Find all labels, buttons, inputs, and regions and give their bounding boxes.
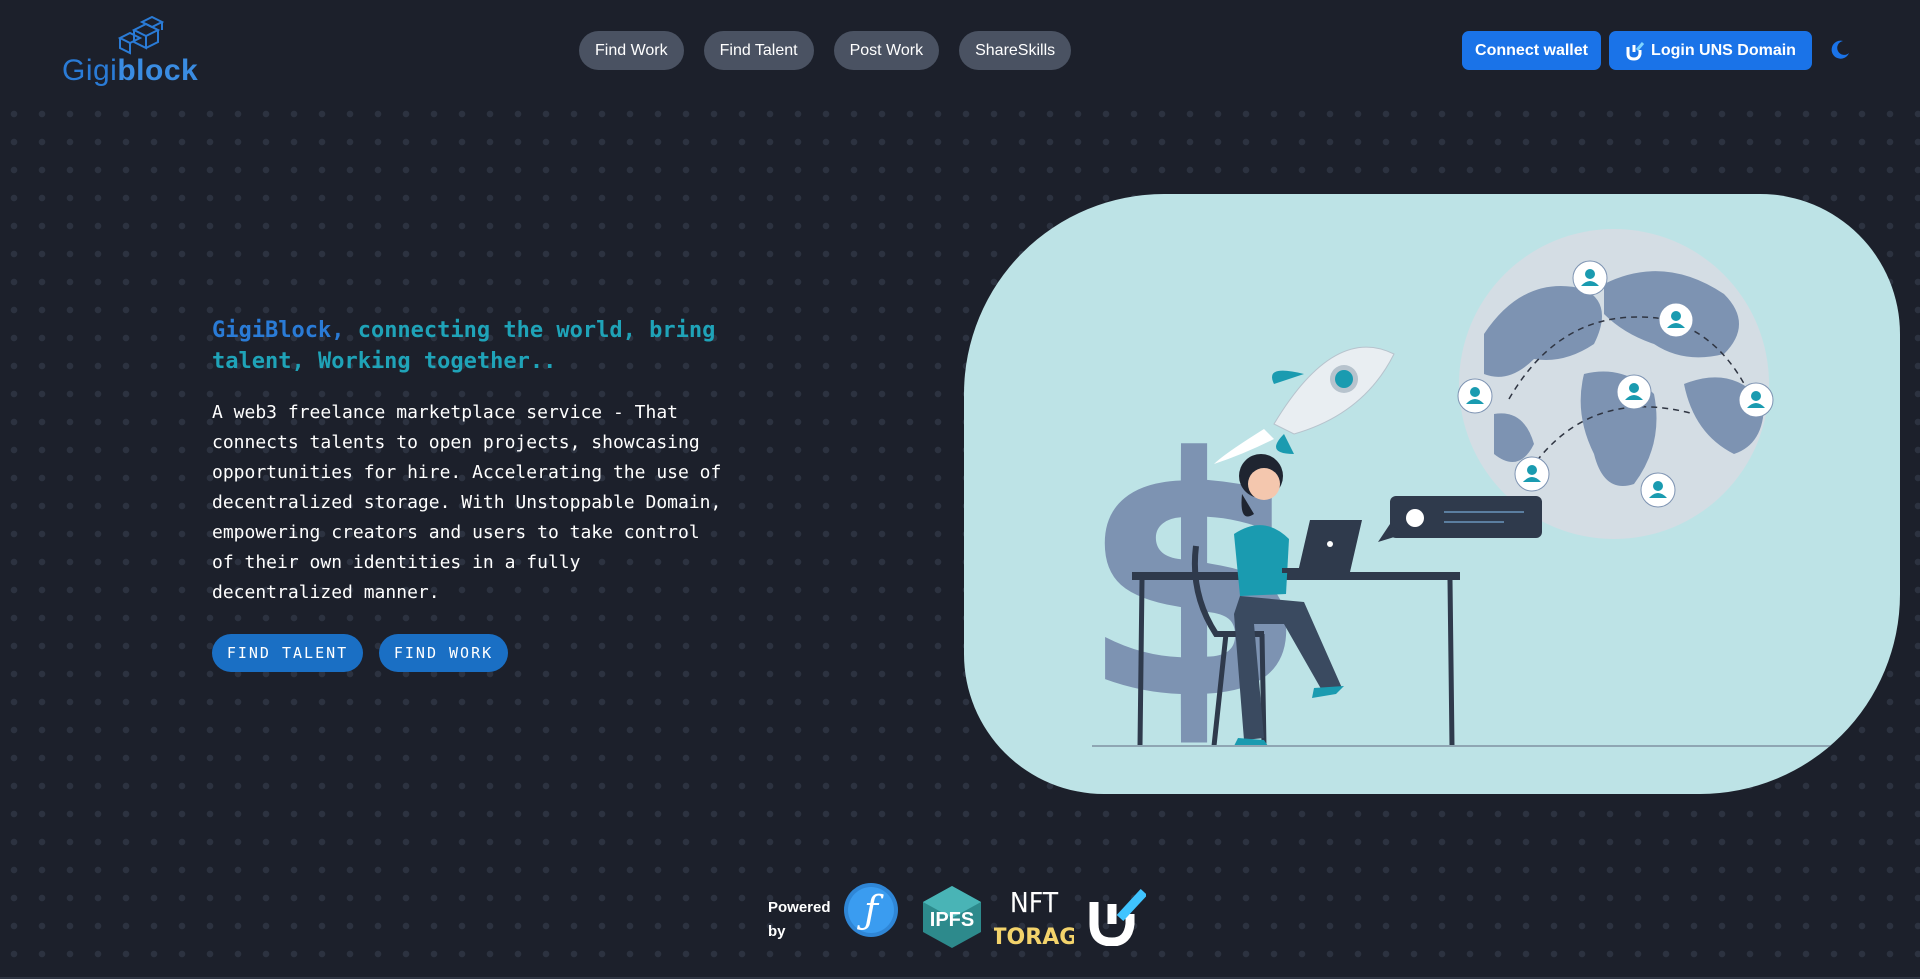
find-work-button[interactable]: FIND WORK (379, 634, 508, 672)
cubes-logo-icon (117, 16, 165, 55)
nft-storage-logo[interactable]: NFT STORAGE (994, 882, 1074, 950)
powered-by-label: Powered by (768, 896, 831, 944)
svg-text:IPFS: IPFS (930, 909, 974, 931)
hero-illustration: $ (964, 194, 1900, 794)
hero-tagline: GigiBlock, connecting the world, bring t… (212, 315, 752, 377)
moon-icon[interactable] (1828, 38, 1852, 62)
gigiblock-logo[interactable]: Gigiblock (62, 16, 212, 87)
nav-shareskills[interactable]: ShareSkills (959, 31, 1072, 70)
svg-text:STORAGE: STORAGE (994, 925, 1074, 950)
filecoin-logo[interactable]: ƒ (843, 882, 899, 938)
powered-line-1: Powered (768, 899, 831, 916)
connect-wallet-label: Connect wallet (1475, 41, 1588, 59)
hero-description: A web3 freelance marketplace service - T… (212, 402, 722, 603)
find-talent-button[interactable]: FIND TALENT (212, 634, 363, 672)
unstoppable-domains-icon (1626, 41, 1645, 61)
svg-text:NFT: NFT (1010, 886, 1059, 919)
login-label: Login UNS Domain (1651, 41, 1796, 59)
top-navbar: Gigiblock Find Work Find Talent Post Wor… (0, 0, 1920, 100)
nav-post-work[interactable]: Post Work (833, 31, 940, 70)
nav-find-talent[interactable]: Find Talent (703, 31, 814, 70)
tagline-brand: GigiBlock, (212, 318, 345, 343)
connect-wallet-button[interactable]: Connect wallet (1462, 31, 1601, 70)
unstoppable-domains-logo[interactable] (1084, 888, 1146, 946)
nav-find-work[interactable]: Find Work (579, 31, 684, 70)
login-uns-domain-button[interactable]: Login UNS Domain (1609, 31, 1812, 70)
ipfs-logo[interactable]: IPFS (920, 884, 984, 950)
logo-wordmark: Gigiblock (62, 54, 199, 87)
powered-line-2: by (768, 923, 786, 940)
freelancer-illustration: $ (1079, 229, 1900, 772)
main-nav: Find Work Find Talent Post Work ShareSki… (579, 31, 1072, 70)
